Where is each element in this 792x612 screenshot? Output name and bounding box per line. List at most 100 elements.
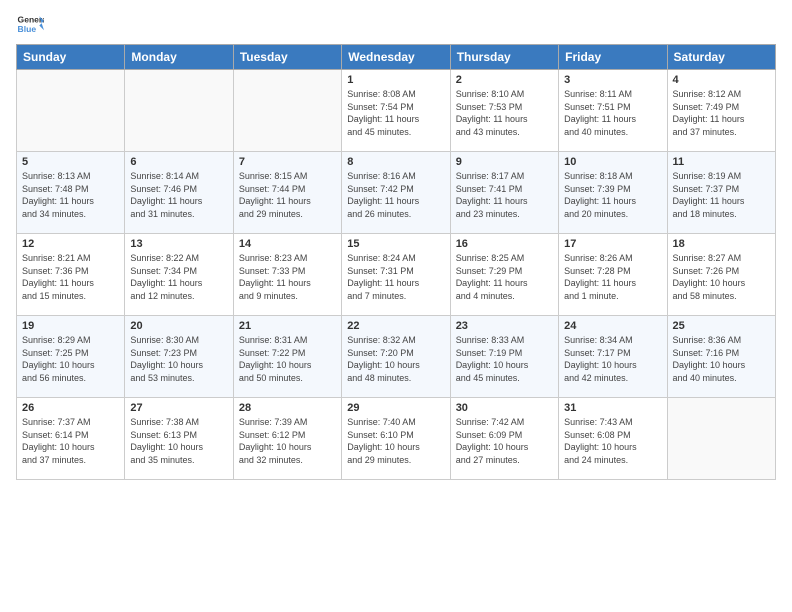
- calendar-table: SundayMondayTuesdayWednesdayThursdayFrid…: [16, 44, 776, 480]
- weekday-header-wednesday: Wednesday: [342, 45, 450, 70]
- day-info: Sunrise: 8:21 AM Sunset: 7:36 PM Dayligh…: [22, 252, 119, 302]
- week-row-2: 5 Sunrise: 8:13 AM Sunset: 7:48 PM Daylig…: [17, 152, 776, 234]
- day-info: Sunrise: 8:27 AM Sunset: 7:26 PM Dayligh…: [673, 252, 770, 302]
- day-cell: 7 Sunrise: 8:15 AM Sunset: 7:44 PM Daylig…: [233, 152, 341, 234]
- day-info: Sunrise: 8:22 AM Sunset: 7:34 PM Dayligh…: [130, 252, 227, 302]
- day-cell: 18 Sunrise: 8:27 AM Sunset: 7:26 PM Dayli…: [667, 234, 775, 316]
- day-number: 2: [456, 74, 553, 86]
- day-number: 19: [22, 320, 119, 332]
- week-row-4: 19 Sunrise: 8:29 AM Sunset: 7:25 PM Dayli…: [17, 316, 776, 398]
- day-info: Sunrise: 8:14 AM Sunset: 7:46 PM Dayligh…: [130, 170, 227, 220]
- day-cell: 3 Sunrise: 8:11 AM Sunset: 7:51 PM Daylig…: [559, 70, 667, 152]
- day-info: Sunrise: 7:39 AM Sunset: 6:12 PM Dayligh…: [239, 416, 336, 466]
- weekday-header-monday: Monday: [125, 45, 233, 70]
- day-cell: [667, 398, 775, 480]
- day-info: Sunrise: 8:32 AM Sunset: 7:20 PM Dayligh…: [347, 334, 444, 384]
- day-number: 8: [347, 156, 444, 168]
- day-info: Sunrise: 8:11 AM Sunset: 7:51 PM Dayligh…: [564, 88, 661, 138]
- page: General Blue SundayMondayTuesdayWednesda…: [0, 0, 792, 612]
- day-cell: 8 Sunrise: 8:16 AM Sunset: 7:42 PM Daylig…: [342, 152, 450, 234]
- day-cell: 28 Sunrise: 7:39 AM Sunset: 6:12 PM Dayli…: [233, 398, 341, 480]
- day-cell: 22 Sunrise: 8:32 AM Sunset: 7:20 PM Dayli…: [342, 316, 450, 398]
- day-info: Sunrise: 8:18 AM Sunset: 7:39 PM Dayligh…: [564, 170, 661, 220]
- day-number: 18: [673, 238, 770, 250]
- day-number: 13: [130, 238, 227, 250]
- day-info: Sunrise: 8:10 AM Sunset: 7:53 PM Dayligh…: [456, 88, 553, 138]
- day-number: 4: [673, 74, 770, 86]
- day-number: 11: [673, 156, 770, 168]
- day-info: Sunrise: 8:24 AM Sunset: 7:31 PM Dayligh…: [347, 252, 444, 302]
- day-cell: 23 Sunrise: 8:33 AM Sunset: 7:19 PM Dayli…: [450, 316, 558, 398]
- day-cell: 30 Sunrise: 7:42 AM Sunset: 6:09 PM Dayli…: [450, 398, 558, 480]
- day-info: Sunrise: 8:36 AM Sunset: 7:16 PM Dayligh…: [673, 334, 770, 384]
- day-cell: 19 Sunrise: 8:29 AM Sunset: 7:25 PM Dayli…: [17, 316, 125, 398]
- day-cell: 24 Sunrise: 8:34 AM Sunset: 7:17 PM Dayli…: [559, 316, 667, 398]
- svg-text:Blue: Blue: [18, 24, 37, 34]
- weekday-header-thursday: Thursday: [450, 45, 558, 70]
- day-cell: 12Sunrise: 8:21 AM Sunset: 7:36 PM Dayli…: [17, 234, 125, 316]
- day-number: 21: [239, 320, 336, 332]
- day-cell: 13 Sunrise: 8:22 AM Sunset: 7:34 PM Dayli…: [125, 234, 233, 316]
- logo: General Blue: [16, 10, 46, 38]
- day-cell: 5 Sunrise: 8:13 AM Sunset: 7:48 PM Daylig…: [17, 152, 125, 234]
- weekday-header-row: SundayMondayTuesdayWednesdayThursdayFrid…: [17, 45, 776, 70]
- day-info: Sunrise: 8:13 AM Sunset: 7:48 PM Dayligh…: [22, 170, 119, 220]
- day-cell: 10Sunrise: 8:18 AM Sunset: 7:39 PM Dayli…: [559, 152, 667, 234]
- day-cell: 11 Sunrise: 8:19 AM Sunset: 7:37 PM Dayli…: [667, 152, 775, 234]
- header: General Blue: [16, 10, 776, 38]
- day-info: Sunrise: 8:19 AM Sunset: 7:37 PM Dayligh…: [673, 170, 770, 220]
- day-number: 27: [130, 402, 227, 414]
- day-info: Sunrise: 8:16 AM Sunset: 7:42 PM Dayligh…: [347, 170, 444, 220]
- day-info: Sunrise: 8:23 AM Sunset: 7:33 PM Dayligh…: [239, 252, 336, 302]
- day-number: 24: [564, 320, 661, 332]
- day-cell: 6 Sunrise: 8:14 AM Sunset: 7:46 PM Daylig…: [125, 152, 233, 234]
- day-number: 6: [130, 156, 227, 168]
- day-number: 26: [22, 402, 119, 414]
- day-number: 31: [564, 402, 661, 414]
- day-cell: [17, 70, 125, 152]
- day-cell: [233, 70, 341, 152]
- day-number: 23: [456, 320, 553, 332]
- day-info: Sunrise: 8:29 AM Sunset: 7:25 PM Dayligh…: [22, 334, 119, 384]
- day-number: 14: [239, 238, 336, 250]
- day-number: 1: [347, 74, 444, 86]
- day-info: Sunrise: 7:38 AM Sunset: 6:13 PM Dayligh…: [130, 416, 227, 466]
- week-row-1: 1 Sunrise: 8:08 AM Sunset: 7:54 PM Daylig…: [17, 70, 776, 152]
- day-number: 15: [347, 238, 444, 250]
- day-number: 28: [239, 402, 336, 414]
- day-info: Sunrise: 7:43 AM Sunset: 6:08 PM Dayligh…: [564, 416, 661, 466]
- weekday-header-friday: Friday: [559, 45, 667, 70]
- day-number: 9: [456, 156, 553, 168]
- day-cell: 9 Sunrise: 8:17 AM Sunset: 7:41 PM Daylig…: [450, 152, 558, 234]
- day-number: 5: [22, 156, 119, 168]
- weekday-header-saturday: Saturday: [667, 45, 775, 70]
- day-info: Sunrise: 8:25 AM Sunset: 7:29 PM Dayligh…: [456, 252, 553, 302]
- day-info: Sunrise: 8:30 AM Sunset: 7:23 PM Dayligh…: [130, 334, 227, 384]
- day-cell: 25Sunrise: 8:36 AM Sunset: 7:16 PM Dayli…: [667, 316, 775, 398]
- day-number: 3: [564, 74, 661, 86]
- week-row-5: 26Sunrise: 7:37 AM Sunset: 6:14 PM Dayli…: [17, 398, 776, 480]
- day-cell: 16Sunrise: 8:25 AM Sunset: 7:29 PM Dayli…: [450, 234, 558, 316]
- day-info: Sunrise: 8:26 AM Sunset: 7:28 PM Dayligh…: [564, 252, 661, 302]
- day-info: Sunrise: 8:34 AM Sunset: 7:17 PM Dayligh…: [564, 334, 661, 384]
- day-cell: 15 Sunrise: 8:24 AM Sunset: 7:31 PM Dayli…: [342, 234, 450, 316]
- day-number: 7: [239, 156, 336, 168]
- day-info: Sunrise: 8:33 AM Sunset: 7:19 PM Dayligh…: [456, 334, 553, 384]
- svg-text:General: General: [18, 14, 44, 24]
- day-number: 30: [456, 402, 553, 414]
- day-info: Sunrise: 8:17 AM Sunset: 7:41 PM Dayligh…: [456, 170, 553, 220]
- day-number: 22: [347, 320, 444, 332]
- weekday-header-sunday: Sunday: [17, 45, 125, 70]
- weekday-header-tuesday: Tuesday: [233, 45, 341, 70]
- day-info: Sunrise: 7:42 AM Sunset: 6:09 PM Dayligh…: [456, 416, 553, 466]
- day-cell: 29Sunrise: 7:40 AM Sunset: 6:10 PM Dayli…: [342, 398, 450, 480]
- day-cell: 14 Sunrise: 8:23 AM Sunset: 7:33 PM Dayli…: [233, 234, 341, 316]
- day-info: Sunrise: 8:12 AM Sunset: 7:49 PM Dayligh…: [673, 88, 770, 138]
- day-info: Sunrise: 8:15 AM Sunset: 7:44 PM Dayligh…: [239, 170, 336, 220]
- day-cell: 27 Sunrise: 7:38 AM Sunset: 6:13 PM Dayli…: [125, 398, 233, 480]
- day-cell: 26Sunrise: 7:37 AM Sunset: 6:14 PM Dayli…: [17, 398, 125, 480]
- day-cell: [125, 70, 233, 152]
- day-cell: 17Sunrise: 8:26 AM Sunset: 7:28 PM Dayli…: [559, 234, 667, 316]
- day-info: Sunrise: 8:08 AM Sunset: 7:54 PM Dayligh…: [347, 88, 444, 138]
- week-row-3: 12Sunrise: 8:21 AM Sunset: 7:36 PM Dayli…: [17, 234, 776, 316]
